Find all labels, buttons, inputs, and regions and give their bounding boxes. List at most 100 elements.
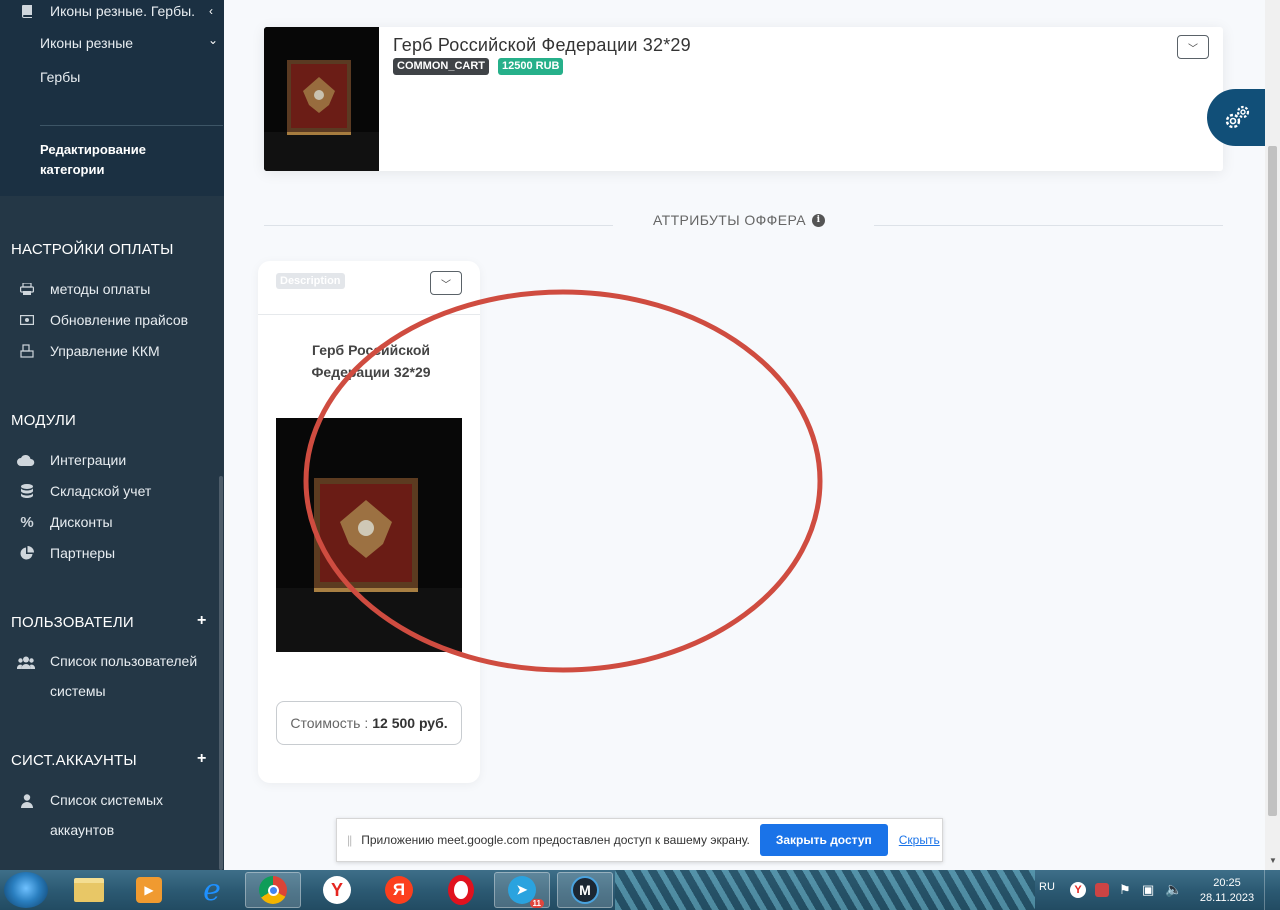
offer-attributes-label: АТТРИБУТЫ ОФФЕРА (653, 212, 806, 228)
tray-yandex-icon[interactable]: Y (1070, 882, 1086, 898)
product-title: Герб Российской Федерации 32*29 (393, 35, 691, 55)
cloud-icon (17, 452, 35, 468)
sidebar-item-label: Дисконты (50, 514, 113, 530)
percent-icon: % (20, 513, 34, 531)
tray-volume-icon[interactable]: 🔈 (1165, 881, 1182, 910)
sidebar-item-label: Складской учет (50, 483, 152, 499)
sidebar-item-label: Список пользователей (50, 653, 198, 669)
price-badge: 12500 RUB (498, 58, 564, 75)
sidebar-item-label: Управление ККМ (50, 343, 160, 359)
sidebar-subitem-label: Иконы резные (40, 35, 134, 51)
sidebar-item-discounts[interactable]: % Дисконты (19, 513, 113, 531)
keyboard-language[interactable]: RU (1039, 881, 1055, 910)
clock-date: 28.11.2023 (1199, 892, 1255, 904)
sidebar-category-label: Иконы резные. Гербы. (50, 3, 196, 19)
start-button-icon[interactable] (4, 872, 48, 908)
database-icon (19, 483, 35, 499)
product-dropdown-button[interactable]: ﹀ (1177, 35, 1209, 59)
chevron-down-icon: ⌄ (208, 33, 219, 47)
show-desktop-button[interactable] (1264, 870, 1280, 910)
section-title-users: ПОЛЬЗОВАТЕЛИ (11, 614, 134, 631)
annotation-red-ellipse (303, 289, 823, 673)
taskbar-chrome[interactable] (245, 872, 301, 908)
gears-icon (1225, 105, 1250, 128)
taskbar-media-player[interactable]: ▶ (121, 872, 177, 908)
user-icon (19, 793, 35, 809)
section-divider-right (874, 225, 1223, 226)
sidebar-item-label: Обновление прайсов (50, 312, 189, 328)
sidebar-item-users-list[interactable]: Список пользователей системы (17, 653, 197, 706)
sidebar-item-integrations[interactable]: Интеграции (17, 452, 126, 468)
clock-time: 20:25 (1213, 877, 1241, 889)
sidebar-divider (40, 125, 223, 126)
info-icon[interactable]: i (812, 213, 825, 227)
telegram-unread-badge: 11 (529, 899, 544, 908)
chevron-down-icon: ﹀ (1188, 43, 1198, 55)
sidebar-edit-category[interactable]: Редактирование категории (40, 140, 200, 180)
taskbar-app[interactable]: M (557, 872, 613, 908)
folder-icon (74, 878, 104, 902)
sidebar-item-sys-accounts-list[interactable]: Список системых аккаунтов (19, 792, 163, 845)
cart-type-badge: COMMON_CART (393, 58, 489, 75)
taskbar: ▶ e Y Я ➤ 11 M RU Y ⚑ ▣ 🔈 20:25 28.11.20… (0, 870, 1280, 910)
taskbar-wallpaper-decoration (615, 870, 1035, 910)
sidebar-item-label: методы оплаты (50, 281, 151, 297)
taskbar-telegram[interactable]: ➤ 11 (494, 872, 550, 908)
drag-handle-icon[interactable]: || (347, 833, 352, 847)
add-user-icon[interactable]: + (197, 612, 206, 630)
sidebar-item-label: Интеграции (50, 452, 127, 468)
product-card: Герб Российской Федерации 32*29 COMMON_C… (264, 27, 1223, 171)
sidebar-item-label: Партнеры (50, 545, 116, 561)
sidebar-item-label-block: Список системых аккаунтов (50, 785, 163, 845)
hide-link[interactable]: Скрыть (899, 833, 940, 847)
tray-notification-icon[interactable] (1095, 883, 1109, 897)
sidebar-subitem-coats[interactable]: Гербы (40, 69, 80, 85)
settings-gear-button[interactable] (1207, 89, 1267, 146)
sidebar-subitem-label: Гербы (40, 69, 81, 85)
section-title-sys-accounts: СИСТ.АККАУНТЫ (11, 752, 137, 769)
taskbar-yandex-browser[interactable]: Y (309, 872, 365, 908)
page-scrollbar[interactable]: ▼ (1265, 0, 1280, 870)
tray-clock[interactable]: 20:25 28.11.2023 (1198, 876, 1256, 910)
app-m-icon: M (571, 876, 599, 904)
section-divider-left (264, 225, 613, 226)
sidebar-item-label-line2: системы (50, 683, 106, 699)
taskbar-opera[interactable] (433, 872, 489, 908)
offer-price: Стоимость : 12 500 руб. (276, 701, 462, 745)
price-value: 12 500 руб. (372, 715, 448, 731)
chrome-icon (259, 876, 287, 904)
sidebar-item-partners[interactable]: Партнеры (19, 545, 115, 561)
cash-register-icon (19, 343, 35, 359)
taskbar-internet-explorer[interactable]: e (184, 872, 240, 908)
taskbar-file-explorer[interactable] (61, 872, 117, 908)
tray-network-flag-icon[interactable]: ⚑ (1119, 882, 1131, 910)
internet-explorer-icon: e (203, 872, 221, 908)
sidebar-subitem-icons[interactable]: Иконы резные ⌄ (40, 33, 219, 51)
sidebar-scrollbar[interactable] (219, 476, 223, 870)
price-label: Стоимость : (290, 715, 369, 731)
book-icon (19, 3, 35, 19)
sidebar-item-kkm[interactable]: Управление ККМ (19, 343, 160, 359)
stop-sharing-button[interactable]: Закрыть доступ (759, 824, 888, 856)
sidebar: Иконы резные. Гербы. ‹ Иконы резные ⌄ Ге… (0, 0, 224, 870)
sidebar-item-warehouse[interactable]: Складской учет (19, 483, 151, 499)
opera-icon (448, 875, 474, 905)
money-icon (19, 312, 35, 328)
scroll-down-arrow-icon[interactable]: ▼ (1269, 856, 1277, 865)
sidebar-item-label-block: Список пользователей системы (50, 646, 197, 706)
screen-share-bar: || Приложению meet.google.com предоставл… (336, 818, 943, 862)
offer-attributes-title: АТТРИБУТЫ ОФФЕРА i (653, 212, 825, 228)
page-scrollbar-thumb[interactable] (1268, 146, 1277, 816)
telegram-icon: ➤ 11 (508, 876, 544, 908)
tray-network-icon[interactable]: ▣ (1142, 882, 1154, 910)
sidebar-item-price-update[interactable]: Обновление прайсов (19, 312, 188, 328)
sidebar-item-category[interactable]: Иконы резные. Гербы. ‹ (19, 3, 219, 19)
users-icon (17, 654, 35, 670)
media-player-icon: ▶ (136, 877, 162, 903)
taskbar-yandex[interactable]: Я (371, 872, 427, 908)
add-account-icon[interactable]: + (197, 750, 206, 768)
pie-chart-icon (19, 545, 35, 561)
yandex-icon: Я (385, 876, 413, 904)
sidebar-item-payment-methods[interactable]: методы оплаты (19, 281, 150, 297)
yandex-browser-icon: Y (323, 876, 351, 904)
